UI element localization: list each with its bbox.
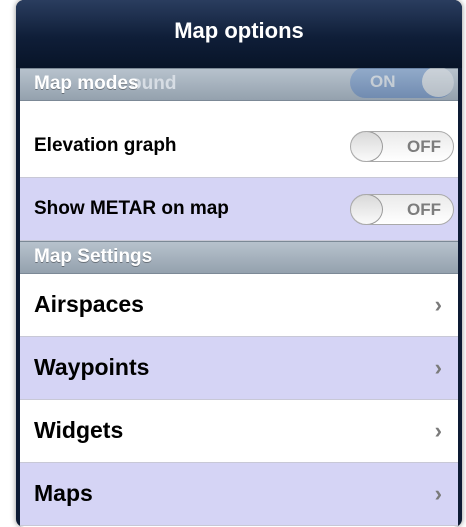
waypoints-row[interactable]: Waypoints › [20, 337, 458, 400]
waypoints-label: Waypoints [34, 354, 150, 380]
maps-label: Maps [34, 480, 93, 506]
chevron-right-icon: › [434, 418, 442, 443]
toggle-knob [351, 195, 383, 224]
elevation-graph-toggle[interactable]: OFF [350, 131, 454, 162]
chevron-right-icon: › [434, 292, 442, 317]
chevron-right-icon: › [434, 481, 442, 506]
chevron-right-icon: › [434, 355, 442, 380]
section-header-label: Map modes [34, 73, 139, 94]
widgets-label: Widgets [34, 417, 124, 443]
ghost-toggle-knob [422, 68, 454, 97]
popover-title: Map options [174, 18, 304, 43]
show-metar-toggle[interactable]: OFF [350, 194, 454, 225]
elevation-graph-row: Elevation graph OFF [20, 115, 458, 178]
toggle-state: OFF [407, 200, 441, 219]
section-header-map-settings: Map Settings [20, 241, 458, 274]
ghost-toggle-switch: ON [350, 68, 454, 98]
widgets-row[interactable]: Widgets › [20, 400, 458, 463]
toggle-knob [351, 132, 383, 161]
map-options-popover: Map options ound ON Map modes Elevation … [16, 0, 462, 527]
airspaces-label: Airspaces [34, 291, 144, 317]
elevation-graph-label: Elevation graph [34, 135, 177, 156]
toggle-state: OFF [407, 137, 441, 156]
show-metar-row: Show METAR on map OFF [20, 178, 458, 241]
screen: Map options ound ON Map modes Elevation … [0, 0, 466, 527]
options-list[interactable]: ound ON Map modes Elevation graph OFF Sh… [20, 68, 458, 527]
show-metar-label: Show METAR on map [34, 198, 229, 219]
airspaces-row[interactable]: Airspaces › [20, 274, 458, 337]
background-page [0, 0, 16, 527]
section-header-map-modes: ound ON Map modes [20, 68, 458, 101]
section-header-label: Map Settings [34, 246, 153, 267]
background-page-right [462, 0, 466, 527]
popover-title-bar: Map options [16, 0, 462, 68]
maps-row[interactable]: Maps › [20, 463, 458, 526]
ghost-toggle-state: ON [370, 72, 396, 91]
